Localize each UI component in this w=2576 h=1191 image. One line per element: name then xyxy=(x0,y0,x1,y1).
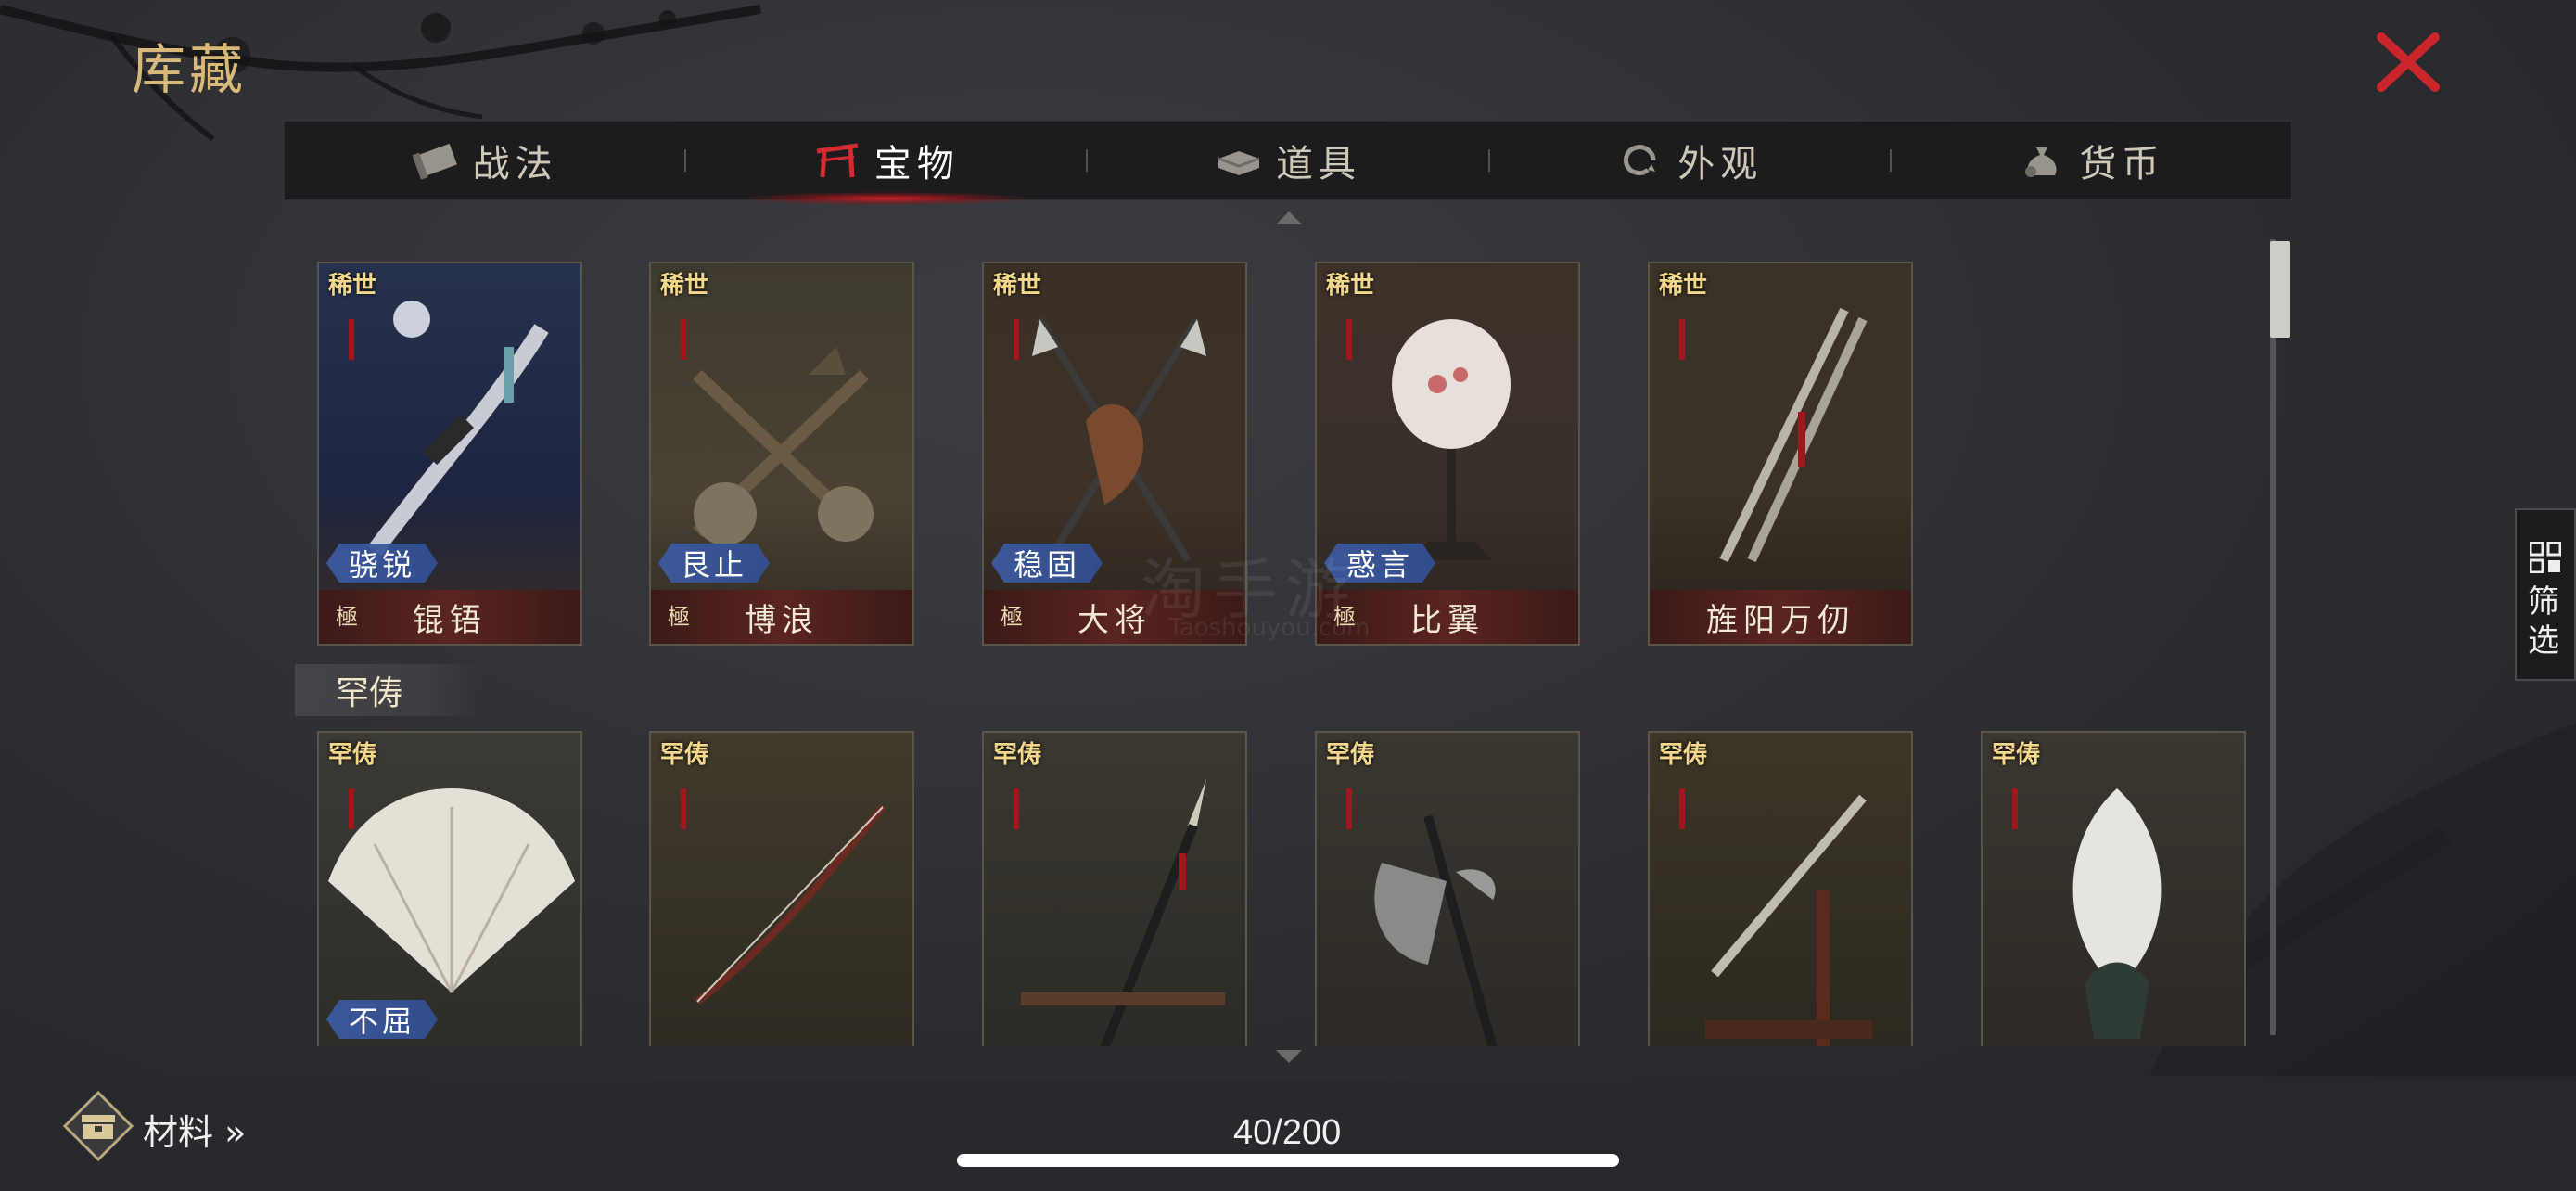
tassel-decoration xyxy=(681,319,686,360)
treasure-card[interactable]: 罕俦 xyxy=(1981,731,2246,1046)
bow-art-icon xyxy=(695,804,886,1005)
tab-treasures[interactable]: 宝物 xyxy=(686,122,1086,205)
treasure-name: 博浪 xyxy=(651,590,912,644)
filter-button[interactable]: 筛选 xyxy=(2515,508,2576,681)
hammer-art-icon xyxy=(693,347,874,545)
page-title: 库藏 xyxy=(132,38,248,101)
feather-plume-art-icon xyxy=(2072,788,2162,1039)
saber-art-icon xyxy=(367,301,549,557)
scrollbar-thumb[interactable] xyxy=(2270,241,2290,338)
tassel-decoration xyxy=(349,788,354,829)
rarity-badge-text: 罕俦 xyxy=(328,741,377,769)
tab-currency[interactable]: 货币 xyxy=(1892,122,2291,199)
scroll-up-arrow-icon[interactable] xyxy=(1276,211,1302,224)
rarity-badge-text: 罕俦 xyxy=(1992,741,2041,769)
tab-label: 战法 xyxy=(472,143,558,186)
rarity-badge: 罕俦 xyxy=(988,740,1047,796)
grade-badge: 極 xyxy=(668,604,690,630)
rarity-badge: 稀世 xyxy=(1653,271,1713,327)
rarity-badge-text: 罕俦 xyxy=(660,741,709,769)
tab-items[interactable]: 道具 xyxy=(1088,122,1487,199)
rarity-badge: 稀世 xyxy=(988,271,1047,327)
rarity-badge-text: 罕俦 xyxy=(1326,741,1375,769)
ingot-icon xyxy=(1218,151,1260,175)
tassel-decoration xyxy=(1346,788,1352,829)
tab-label: 道具 xyxy=(1276,143,1361,186)
scroll-down-arrow-icon[interactable] xyxy=(1276,1050,1302,1063)
rarity-badge-text: 稀世 xyxy=(660,272,709,300)
rarity-badge: 罕俦 xyxy=(1653,740,1713,796)
tassel-decoration xyxy=(349,319,354,360)
tab-label: 货币 xyxy=(2079,143,2165,186)
rarity-badge: 罕俦 xyxy=(655,740,714,796)
tab-label: 宝物 xyxy=(874,143,960,186)
close-icon[interactable] xyxy=(2374,32,2442,93)
treasure-gate-icon xyxy=(816,143,859,178)
treasure-card[interactable]: 罕俦 xyxy=(649,731,914,1046)
scroll-icon xyxy=(412,143,457,180)
axe-art-icon xyxy=(1374,814,1498,1046)
treasure-card[interactable]: 罕俦 xyxy=(1315,731,1580,1046)
tab-tactics[interactable]: 战法 xyxy=(285,122,684,199)
rarity-badge: 罕俦 xyxy=(1320,740,1380,796)
rarity-badge-text: 稀世 xyxy=(1326,272,1375,300)
materials-link[interactable]: 材料 » xyxy=(143,1104,246,1155)
twin-swords-art-icon xyxy=(1719,307,1868,563)
round-fan-art-icon xyxy=(1392,319,1511,560)
rarity-badge: 罕俦 xyxy=(1986,740,2046,796)
rarity-badge-text: 稀世 xyxy=(993,272,1042,300)
rarity-badge-text: 稀世 xyxy=(328,272,377,300)
rarity-badge: 稀世 xyxy=(323,271,382,327)
rarity-badge-text: 罕俦 xyxy=(993,741,1042,769)
card-row-2: 罕俦 不屈 罕俦 罕俦 罕俦 罕俦 罕俦 xyxy=(0,731,2576,1046)
grade-badge: 極 xyxy=(1001,604,1023,630)
tab-appearance[interactable]: 外观 xyxy=(1490,122,1890,199)
tassel-decoration xyxy=(1679,788,1685,829)
trait-tag: 稳固 xyxy=(991,544,1103,583)
treasure-name: 锟铻 xyxy=(319,590,580,644)
grade-badge: 極 xyxy=(336,604,358,630)
swirl-icon xyxy=(1624,145,1656,175)
tassel-decoration xyxy=(1014,319,1019,360)
feather-fan-art-icon xyxy=(328,788,575,993)
grid-icon xyxy=(2530,542,2561,573)
watermark-url: Taoshouyou.com xyxy=(1168,614,1371,642)
tassel-decoration xyxy=(1014,788,1019,829)
category-tab-bar: 战法 宝物 道具 外观 货币 xyxy=(284,121,2292,205)
tassel-decoration xyxy=(2012,788,2018,829)
treasure-card[interactable]: 稀世 艮止 博浪 極 xyxy=(649,262,914,646)
rarity-badge: 稀世 xyxy=(655,271,714,327)
section-title-uncommon: 罕俦 xyxy=(295,664,480,716)
treasure-card[interactable]: 稀世 旌阳万仞 xyxy=(1648,262,1913,646)
storage-count: 40/200 xyxy=(1233,1113,1342,1152)
treasure-card[interactable]: 罕俦 xyxy=(1648,731,1913,1046)
materials-chest-icon[interactable] xyxy=(63,1091,134,1161)
rarity-badge: 罕俦 xyxy=(323,740,382,796)
trait-tag: 不屈 xyxy=(326,1000,438,1039)
trait-tag: 艮止 xyxy=(658,544,770,583)
treasure-card[interactable]: 罕俦 xyxy=(982,731,1247,1046)
home-indicator[interactable] xyxy=(957,1154,1619,1167)
spear-art-icon xyxy=(1021,779,1225,1046)
treasure-card[interactable]: 罕俦 不屈 xyxy=(317,731,582,1046)
trait-tag: 骁锐 xyxy=(326,544,438,583)
rarity-badge-text: 稀世 xyxy=(1659,272,1708,300)
rarity-badge: 稀世 xyxy=(1320,271,1380,327)
tab-label: 外观 xyxy=(1677,143,1764,186)
filter-label: 筛选 xyxy=(2528,583,2559,660)
treasure-card[interactable]: 稀世 骁锐 锟铻 極 xyxy=(317,262,582,646)
sword-rack-art-icon xyxy=(1705,794,1872,1046)
rarity-badge-text: 罕俦 xyxy=(1659,741,1708,769)
crossed-halberds-art-icon xyxy=(1032,316,1206,563)
tassel-decoration xyxy=(681,788,686,829)
treasure-name: 旌阳万仞 xyxy=(1650,590,1911,644)
money-bag-icon xyxy=(2025,147,2057,177)
tassel-decoration xyxy=(1679,319,1685,360)
tassel-decoration xyxy=(1346,319,1352,360)
